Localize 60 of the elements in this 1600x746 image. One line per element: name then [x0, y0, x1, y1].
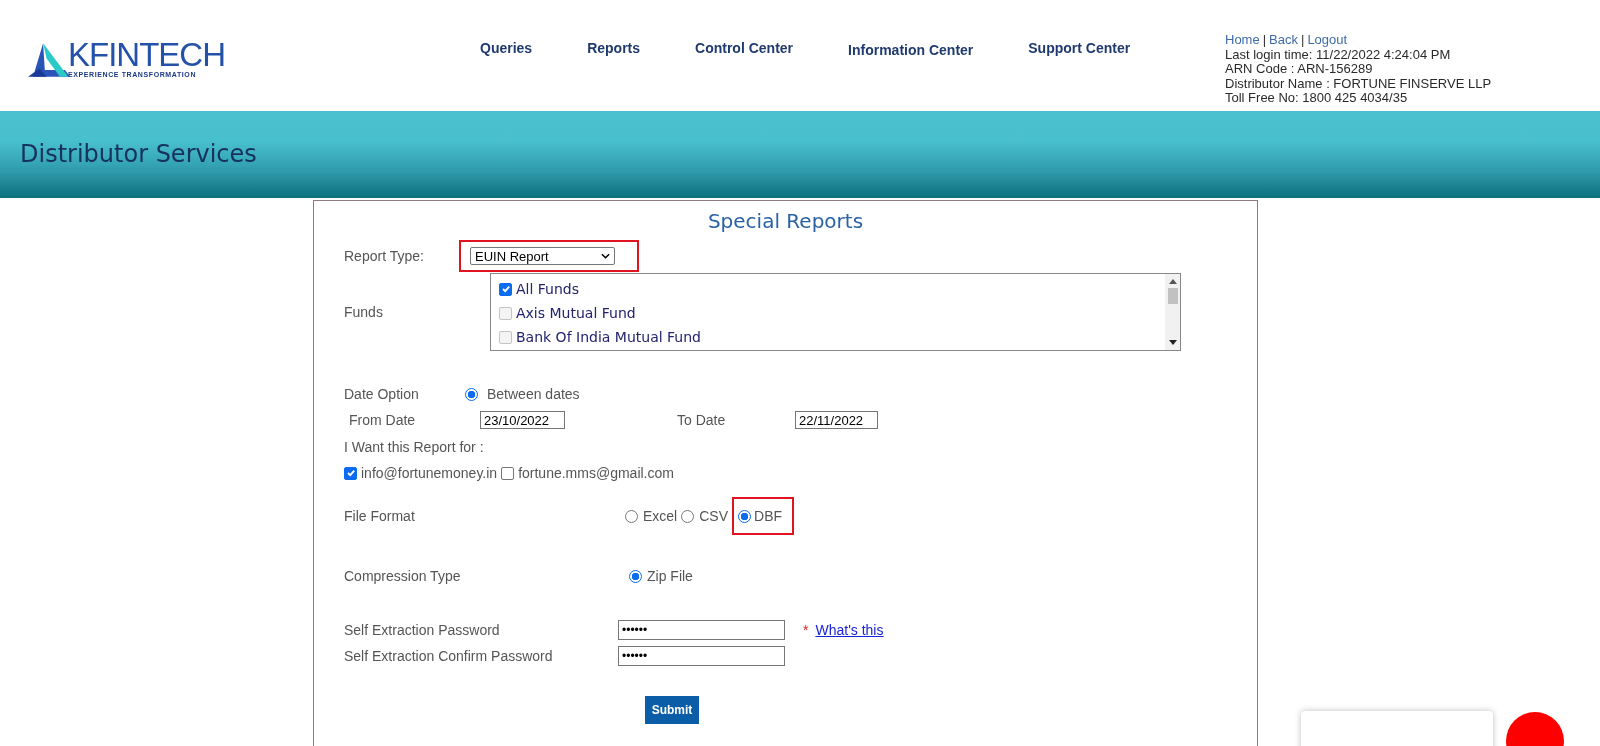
nav-link[interactable]: Control Center	[695, 40, 794, 58]
field-label: From Date	[349, 412, 417, 428]
scrollbar[interactable]	[1165, 274, 1180, 350]
link-separator: |	[1262, 33, 1267, 48]
field-label: Self Extraction Confirm Password	[344, 647, 554, 664]
user-info-text: ARN Code : ARN-156289	[1225, 62, 1374, 77]
nav-link[interactable]: Queries	[480, 40, 533, 58]
user-info-text: Distributor Name : FORTUNE FINSERVE LLP	[1225, 76, 1493, 91]
user-info-text: Last login time: 11/22/2022 4:24:04 PM	[1225, 47, 1452, 62]
user-info-text: Toll Free No: 1800 425 4034/35	[1225, 91, 1409, 106]
scrollbar-thumb[interactable]	[1167, 288, 1178, 304]
option-label: DBF	[754, 508, 783, 524]
form-title: Special Reports	[706, 207, 865, 235]
link-separator: |	[1301, 33, 1305, 48]
logo-icon	[28, 41, 70, 79]
to-date-field[interactable]: 22/11/2022	[795, 411, 878, 429]
header-link[interactable]: Logout	[1307, 33, 1348, 48]
checkbox[interactable]	[501, 466, 515, 480]
field-label: To Date	[677, 412, 727, 428]
password-field[interactable]: ••••••	[618, 619, 785, 640]
email-address: info@fortunemoney.in	[361, 465, 498, 481]
fund-name: All Funds	[516, 281, 580, 297]
caret-icon	[601, 253, 610, 259]
field-label: Funds	[344, 304, 384, 320]
radio-button[interactable]	[738, 509, 752, 523]
nav-link[interactable]: Support Center	[1028, 40, 1131, 58]
header-link[interactable]: Home	[1225, 33, 1260, 48]
radio-button[interactable]	[681, 509, 695, 523]
option-label: Excel	[643, 508, 678, 524]
option-label: Zip File	[647, 568, 693, 584]
banner-title: Distributor Services	[20, 139, 257, 168]
nav-link[interactable]: Reports	[587, 40, 641, 58]
field-label: I Want this Report for :	[344, 439, 484, 455]
nav-link[interactable]: Information Center	[848, 42, 974, 58]
radio-button[interactable]	[465, 387, 478, 401]
required-mark: *	[803, 621, 809, 638]
checkbox[interactable]	[344, 466, 357, 480]
field-label: File Format	[344, 508, 416, 524]
checkbox[interactable]	[499, 282, 512, 296]
logo-name: KFINTECH	[68, 40, 225, 70]
radio-button[interactable]	[625, 509, 638, 523]
email-address: fortune.mms@gmail.com	[518, 465, 674, 481]
scroll-up-icon[interactable]	[1168, 278, 1177, 284]
submit-button[interactable]: Submit	[645, 696, 699, 724]
header-link[interactable]: Back	[1269, 33, 1298, 48]
fund-name: Axis Mutual Fund	[516, 305, 636, 321]
select-value: EUIN Report	[475, 248, 549, 264]
help-link[interactable]: What's this	[815, 621, 884, 638]
option-label: CSV	[699, 508, 729, 524]
scroll-down-icon[interactable]	[1168, 340, 1177, 346]
field-label: Report Type:	[344, 248, 425, 264]
field-label: Self Extraction Password	[344, 621, 501, 638]
fund-name: Bank Of India Mutual Fund	[516, 329, 701, 345]
from-date-field[interactable]: 23/10/2022	[480, 411, 565, 429]
report-type-select[interactable]: EUIN Report	[470, 247, 615, 265]
field-label: Date Option	[344, 386, 420, 402]
option-label: Between dates	[487, 386, 580, 402]
field-label: Compression Type	[344, 568, 462, 584]
radio-button[interactable]	[629, 569, 642, 583]
confirm-password-field[interactable]: ••••••	[618, 645, 785, 666]
